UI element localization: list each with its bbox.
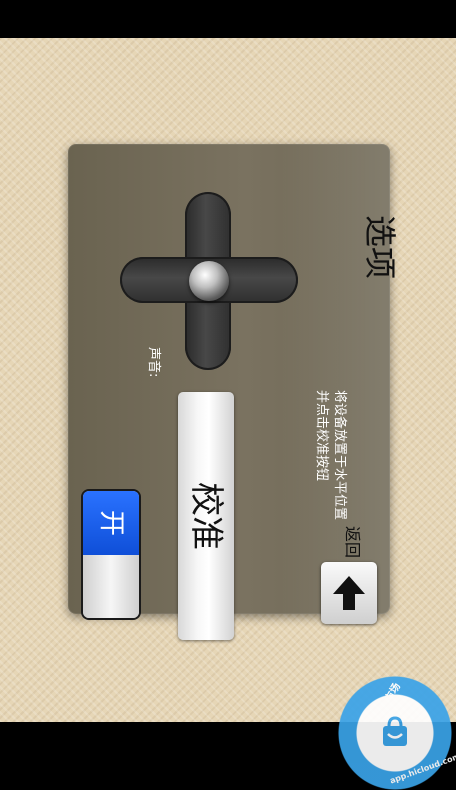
- options-dialog: 选项 将设备放置于水平位置并点击校准按钮 声音: 校准 开 返回: [68, 144, 399, 640]
- instructions-text: 将设备放置于水平位置并点击校准按钮: [314, 390, 347, 521]
- calibrate-button-label: 校准: [186, 482, 226, 550]
- back-button[interactable]: [321, 562, 377, 624]
- instructions: 将设备放置于水平位置并点击校准按钮: [258, 390, 348, 520]
- toggle-on-label: 开: [96, 509, 126, 536]
- back-label: 返回: [343, 525, 362, 558]
- calibrate-button[interactable]: 校准: [178, 392, 234, 640]
- sound-label: 声音:: [146, 347, 161, 378]
- level-bubble: [189, 261, 229, 301]
- store-watermark-logo: 智汇云应用市场 app.hicloud.com: [338, 676, 456, 790]
- watermark-url: app.hicloud.com: [388, 751, 456, 786]
- level-indicator: [120, 192, 298, 370]
- dialog-title: 选项: [361, 214, 399, 279]
- arrow-up-icon: [333, 576, 365, 610]
- sound-toggle[interactable]: 开: [83, 491, 139, 618]
- toggle-knob: [83, 555, 139, 618]
- toggle-on-state: 开: [83, 491, 139, 555]
- app-screen: 选项 将设备放置于水平位置并点击校准按钮 声音: 校准 开 返回 智汇云应用市场…: [0, 38, 456, 790]
